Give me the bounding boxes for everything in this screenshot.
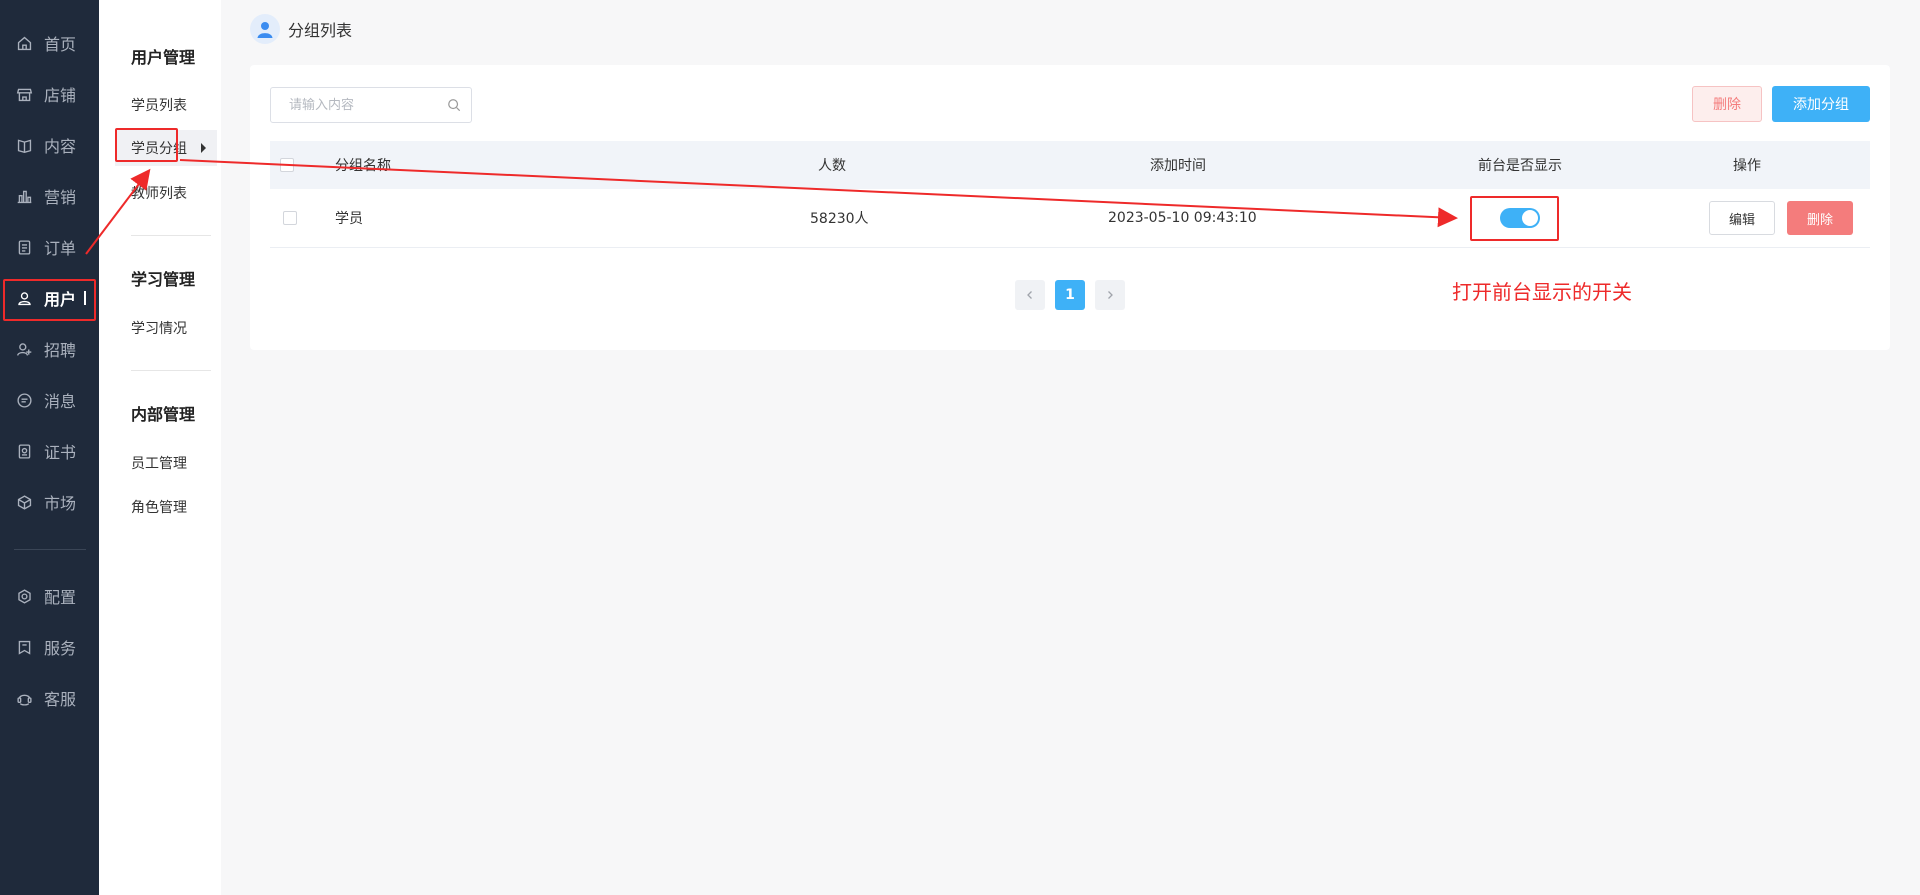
- submenu-divider: [131, 235, 211, 236]
- submenu-item-roles[interactable]: 角色管理: [131, 497, 187, 517]
- nav-label: 服务: [44, 639, 77, 658]
- submenu-divider: [131, 370, 211, 371]
- nav-label: 订单: [44, 239, 77, 258]
- market-icon: [14, 492, 34, 512]
- message-icon: [14, 390, 34, 410]
- nav-label: 店铺: [44, 86, 77, 105]
- col-count: 人数: [818, 158, 846, 174]
- home-icon: [14, 33, 34, 53]
- page-header: 分组列表: [250, 14, 352, 44]
- select-all-checkbox[interactable]: [280, 158, 294, 172]
- select-all-cell: [280, 141, 294, 189]
- submenu-group-title: 内部管理: [131, 405, 196, 424]
- submenu-item-learning-status[interactable]: 学习情况: [131, 318, 187, 338]
- chevron-right-icon: [1108, 291, 1113, 299]
- nav-item-content[interactable]: 内容: [0, 125, 99, 165]
- next-page-button[interactable]: [1095, 280, 1125, 310]
- submenu-item-teacher-list[interactable]: 教师列表: [131, 183, 187, 203]
- nav-label: 营销: [44, 188, 77, 207]
- submenu-group-title: 学习管理: [131, 270, 196, 289]
- delete-button[interactable]: 删除: [1692, 86, 1762, 122]
- annotation-box-student-group: [115, 128, 178, 162]
- caret-right-icon: [201, 143, 206, 153]
- main-sidebar: 首页 店铺 内容 营销 订单 用户 招聘 消息 证书 市场 配置 服务 客服: [0, 0, 99, 895]
- edit-button[interactable]: 编辑: [1709, 201, 1775, 235]
- col-group-name: 分组名称: [335, 158, 391, 174]
- add-group-button[interactable]: 添加分组: [1772, 86, 1870, 122]
- page-number-button[interactable]: 1: [1055, 280, 1085, 310]
- submenu-item-student-list[interactable]: 学员列表: [131, 95, 187, 115]
- page-title: 分组列表: [288, 21, 353, 40]
- cell-add-time: 2023-05-10 09:43:10: [1108, 210, 1257, 226]
- nav-label: 配置: [44, 588, 77, 607]
- pagination: 1: [1015, 280, 1125, 310]
- nav-item-marketing[interactable]: 营销: [0, 176, 99, 216]
- row-checkbox[interactable]: [283, 211, 297, 225]
- store-icon: [14, 84, 34, 104]
- col-actions: 操作: [1733, 158, 1761, 174]
- nav-item-certificate[interactable]: 证书: [0, 431, 99, 471]
- annotation-box-toggle: [1470, 196, 1559, 241]
- search-input[interactable]: [287, 96, 437, 114]
- nav-item-orders[interactable]: 订单: [0, 227, 99, 267]
- nav-label: 市场: [44, 494, 77, 513]
- nav-item-message[interactable]: 消息: [0, 380, 99, 420]
- nav-divider: [14, 549, 86, 550]
- table-row: 学员 58230人 2023-05-10 09:43:10 编辑 删除: [270, 189, 1870, 248]
- nav-item-service[interactable]: 服务: [0, 627, 99, 667]
- row-select-cell: [283, 189, 297, 247]
- chevron-left-icon: [1027, 291, 1032, 299]
- annotation-text: 打开前台显示的开关: [1452, 280, 1632, 304]
- certificate-icon: [14, 441, 34, 461]
- col-frontend-visible: 前台是否显示: [1478, 158, 1562, 174]
- search-icon[interactable]: [447, 98, 461, 112]
- nav-label: 内容: [44, 137, 77, 156]
- recruit-icon: [14, 339, 34, 359]
- row-delete-button[interactable]: 删除: [1787, 201, 1853, 235]
- nav-label: 招聘: [44, 341, 77, 360]
- service-icon: [14, 637, 34, 657]
- nav-label: 消息: [44, 392, 77, 411]
- nav-label: 客服: [44, 690, 77, 709]
- cell-group-name: 学员: [335, 211, 363, 227]
- book-icon: [14, 135, 34, 155]
- submenu-group-title: 用户管理: [131, 48, 196, 67]
- chart-icon: [14, 186, 34, 206]
- nav-item-recruit[interactable]: 招聘: [0, 329, 99, 369]
- search-box: [270, 87, 472, 123]
- nav-item-support[interactable]: 客服: [0, 678, 99, 718]
- nav-item-home[interactable]: 首页: [0, 23, 99, 63]
- user-avatar-icon: [257, 22, 273, 38]
- col-add-time: 添加时间: [1150, 158, 1206, 174]
- table-header: 分组名称 人数 添加时间 前台是否显示 操作: [270, 141, 1870, 189]
- prev-page-button[interactable]: [1015, 280, 1045, 310]
- nav-item-store[interactable]: 店铺: [0, 74, 99, 114]
- annotation-box-user-nav: [3, 279, 96, 321]
- nav-label: 证书: [44, 443, 77, 462]
- group-list-card: 删除 添加分组 分组名称 人数 添加时间 前台是否显示 操作 学员 58230人…: [250, 65, 1890, 350]
- nav-item-settings[interactable]: 配置: [0, 576, 99, 616]
- submenu-item-staff[interactable]: 员工管理: [131, 453, 187, 473]
- nav-item-market[interactable]: 市场: [0, 482, 99, 522]
- cell-count: 58230人: [810, 211, 869, 227]
- nav-label: 首页: [44, 35, 77, 54]
- order-icon: [14, 237, 34, 257]
- row-actions: 编辑 删除: [1709, 189, 1853, 247]
- gear-icon: [14, 586, 34, 606]
- support-icon: [14, 688, 34, 708]
- avatar: [250, 14, 280, 44]
